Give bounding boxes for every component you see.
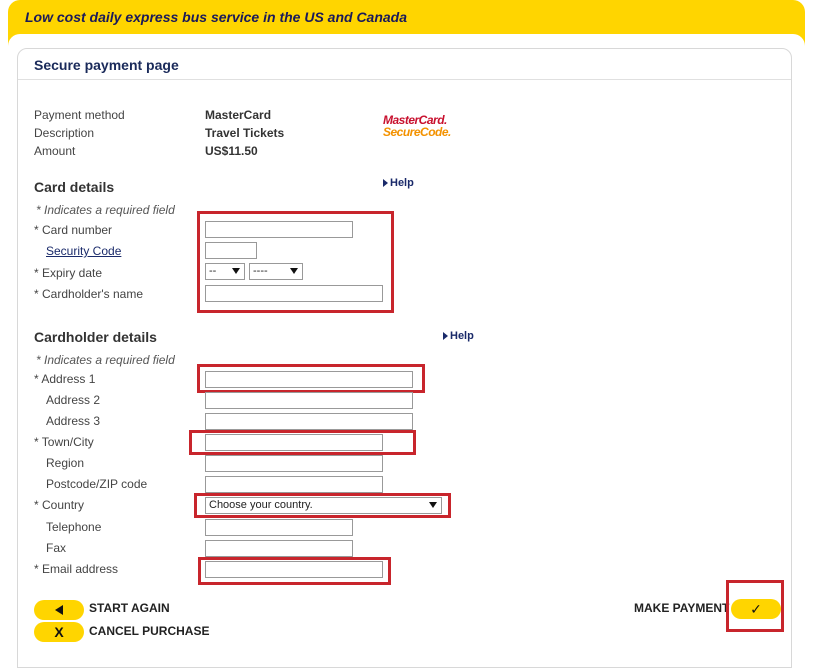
postcode-input[interactable] [205, 476, 383, 493]
cancel-purchase-label[interactable]: CANCEL PURCHASE [89, 624, 209, 638]
logo-line2: SecureCode. [383, 125, 451, 139]
address3-input[interactable] [205, 413, 413, 430]
amount-label: Amount [34, 144, 76, 158]
expiry-month-select[interactable]: -- [205, 263, 245, 280]
mastercard-securecode-logo: MasterCard. SecureCode. [383, 114, 451, 138]
country-label: * Country [34, 498, 85, 512]
start-again-button[interactable] [34, 600, 84, 620]
town-city-input[interactable] [205, 434, 383, 451]
back-arrow-icon [55, 605, 63, 615]
card-number-label: * Card number [34, 223, 113, 237]
card-details-help-link[interactable]: Help [383, 177, 414, 189]
card-details-heading: Card details [34, 179, 115, 195]
tagline: Low cost daily express bus service in th… [25, 9, 408, 25]
page-title: Secure payment page [34, 57, 179, 73]
help-arrow-icon [443, 332, 448, 341]
cancel-purchase-button[interactable]: X [34, 622, 84, 642]
make-payment-label[interactable]: MAKE PAYMENT [634, 601, 729, 615]
chevron-down-icon [429, 502, 437, 508]
cardholder-name-input[interactable] [205, 285, 383, 302]
description-value: Travel Tickets [205, 126, 285, 140]
fax-input[interactable] [205, 540, 353, 557]
country-value: Choose your country. [209, 499, 313, 511]
email-label: * Email address [34, 562, 119, 576]
region-label: Region [46, 456, 85, 470]
make-payment-button[interactable]: ✓ [731, 599, 781, 619]
fax-label: Fax [46, 541, 67, 555]
email-input[interactable] [205, 561, 383, 578]
address2-label: Address 2 [46, 393, 101, 407]
expiry-date-label: * Expiry date [34, 266, 103, 280]
telephone-input[interactable] [205, 519, 353, 536]
address3-label: Address 3 [46, 414, 101, 428]
country-select[interactable]: Choose your country. [205, 497, 442, 514]
cardholder-details-heading: Cardholder details [34, 329, 157, 345]
telephone-label: Telephone [46, 520, 102, 534]
close-icon: X [54, 624, 64, 640]
card-number-input[interactable] [205, 221, 353, 238]
expiry-year-select[interactable]: ---- [249, 263, 303, 280]
amount-value: US$11.50 [205, 144, 258, 158]
chevron-down-icon [232, 268, 240, 274]
postcode-label: Postcode/ZIP code [46, 477, 148, 491]
help-arrow-icon [383, 179, 388, 188]
checkmark-icon: ✓ [750, 600, 762, 617]
address1-input[interactable] [205, 371, 413, 388]
payment-method-value: MasterCard [205, 108, 272, 122]
description-label: Description [34, 126, 95, 140]
expiry-month-value: -- [209, 265, 217, 277]
address1-label: * Address 1 [34, 372, 96, 386]
cardholder-name-label: * Cardholder's name [34, 287, 144, 301]
chevron-down-icon [290, 268, 298, 274]
address2-input[interactable] [205, 392, 413, 409]
region-input[interactable] [205, 455, 383, 472]
start-again-label[interactable]: START AGAIN [89, 601, 170, 615]
town-city-label: * Town/City [34, 435, 94, 449]
title-divider [18, 79, 791, 80]
help-label: Help [450, 330, 474, 342]
security-code-link[interactable]: Security Code [46, 244, 121, 258]
help-label: Help [390, 177, 414, 189]
expiry-year-value: ---- [253, 265, 268, 277]
cardholder-details-help-link[interactable]: Help [443, 330, 474, 342]
security-code-input[interactable] [205, 242, 257, 259]
payment-method-label: Payment method [34, 108, 125, 122]
card-required-note: * Indicates a required field [36, 203, 175, 217]
cardholder-required-note: * Indicates a required field [36, 353, 175, 367]
